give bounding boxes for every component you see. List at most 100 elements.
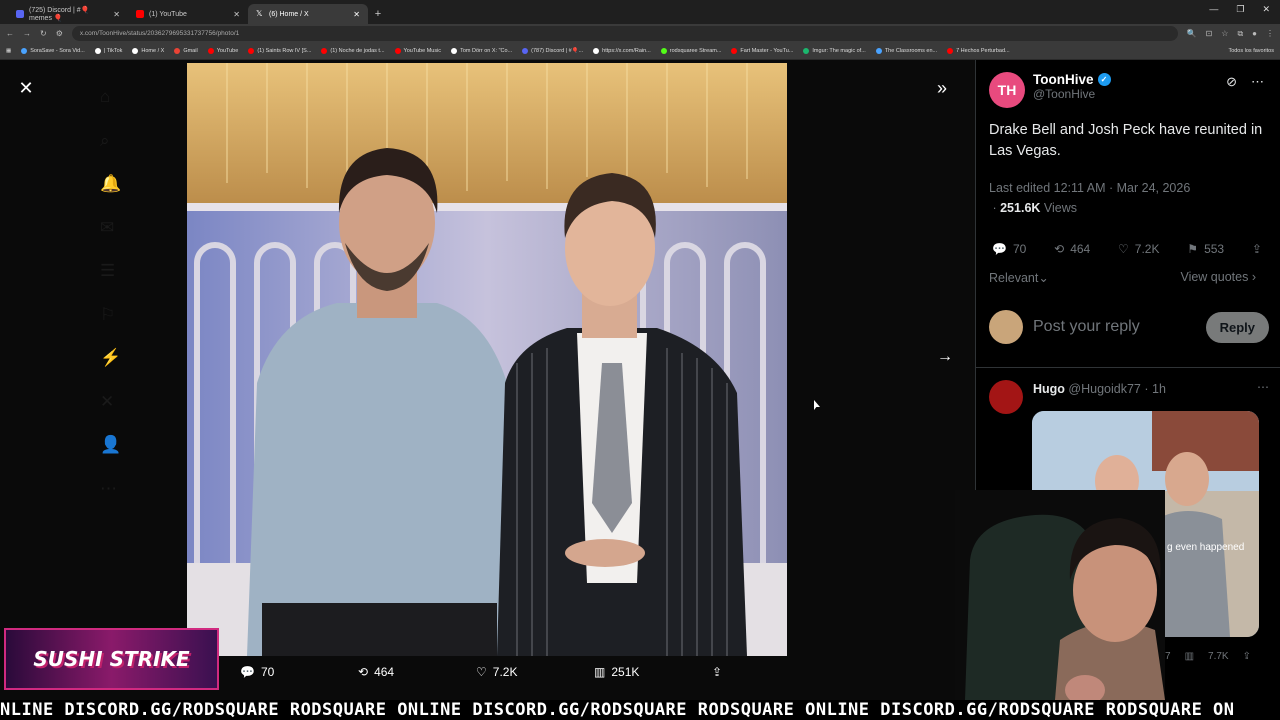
bookmark-item[interactable]: | TikTok bbox=[94, 48, 122, 54]
star-icon[interactable]: ☆ bbox=[1221, 29, 1228, 38]
close-tab-icon[interactable]: ✕ bbox=[353, 10, 360, 19]
reply-image-caption: g even happened bbox=[1167, 542, 1245, 553]
post-actions: 💬 70 ⟲ 464 ♡ 7.2K ⚑ 553 ⇪ bbox=[992, 242, 1262, 256]
reply-author-name[interactable]: Hugo bbox=[1033, 382, 1065, 396]
bookmark-favicon-icon bbox=[94, 48, 101, 54]
bookmark-favicon-icon bbox=[394, 48, 401, 54]
bookmark-item[interactable]: Home / X bbox=[132, 48, 164, 54]
bookmark-favicon-icon bbox=[731, 48, 738, 54]
bookmark-favicon-icon bbox=[132, 48, 139, 54]
bookmark-label: Fart Master - YouTu... bbox=[740, 48, 794, 54]
view-quotes-link[interactable]: View quotes › bbox=[1180, 270, 1256, 284]
profile-icon[interactable]: ● bbox=[1252, 29, 1257, 38]
post-photo[interactable] bbox=[187, 63, 787, 656]
avatar[interactable]: TH bbox=[989, 72, 1025, 108]
reply-icon: 💬 bbox=[992, 242, 1007, 256]
reload-icon[interactable]: ↻ bbox=[40, 29, 47, 38]
like-button[interactable]: ♡ 7.2K bbox=[1118, 242, 1159, 256]
views-label: Views bbox=[1040, 201, 1078, 215]
post-text: Drake Bell and Josh Peck have reunited i… bbox=[989, 122, 1263, 159]
bookmark-item[interactable]: Fart Master - YouTu... bbox=[731, 48, 793, 54]
zoom-icon[interactable]: 🔍 bbox=[1187, 29, 1197, 38]
share-icon[interactable]: ⇪ bbox=[1243, 651, 1251, 662]
edited-timestamp[interactable]: Last edited 12:11 AM · Mar 24, 2026 bbox=[989, 178, 1190, 198]
share-button[interactable]: ⇪ bbox=[1252, 242, 1262, 256]
tab-discord[interactable]: (725) Discord | #🎈memes 🎈 ✕ bbox=[8, 4, 128, 24]
viewer-reply-button[interactable]: 💬 70 bbox=[240, 665, 358, 679]
grok-icon[interactable]: ⊘ bbox=[1226, 74, 1237, 90]
expand-panel-icon[interactable]: » bbox=[937, 78, 947, 99]
viewer-share-button[interactable]: ⇪ bbox=[712, 665, 830, 679]
bookmark-button[interactable]: ⚑ 553 bbox=[1187, 242, 1224, 256]
author-name[interactable]: ToonHive bbox=[1033, 72, 1094, 87]
bookmark-label: rodsquaree Stream... bbox=[669, 48, 722, 54]
bookmark-item[interactable]: https://x.com/Rain... bbox=[593, 48, 651, 54]
url-field[interactable]: x.com/ToonHive/status/203627969533173775… bbox=[71, 26, 1178, 41]
bookmark-item[interactable]: The Classrooms en... bbox=[875, 48, 937, 54]
viewer-like-button[interactable]: ♡ 7.2K bbox=[476, 665, 594, 679]
bookmark-item[interactable]: YouTube bbox=[207, 48, 238, 54]
close-viewer-icon[interactable]: ✕ bbox=[16, 78, 36, 98]
more-icon[interactable]: ⋯ bbox=[1251, 74, 1264, 90]
bookmark-item[interactable]: (787) Discord | #🎈... bbox=[522, 48, 583, 54]
webcam-feed bbox=[955, 490, 1165, 700]
sort-label: Relevant bbox=[989, 271, 1039, 285]
sort-dropdown[interactable]: Relevant⌄ bbox=[989, 270, 1049, 285]
menu-icon[interactable]: ⋮ bbox=[1266, 29, 1274, 38]
author-handle[interactable]: @ToonHive bbox=[1033, 87, 1111, 101]
bookmark-item[interactable]: Imgur: The magic of... bbox=[803, 48, 866, 54]
avatar[interactable] bbox=[989, 380, 1023, 414]
install-icon[interactable]: ⊡ bbox=[1206, 29, 1213, 38]
tab-x-home[interactable]: 𝕏 (6) Home / X ✕ bbox=[248, 4, 368, 24]
reply-count: 70 bbox=[260, 665, 275, 679]
forward-icon[interactable]: → bbox=[23, 29, 31, 38]
close-tab-icon[interactable]: ✕ bbox=[113, 10, 120, 19]
bookmark-item[interactable]: rodsquaree Stream... bbox=[660, 48, 722, 54]
avatar[interactable] bbox=[989, 310, 1023, 344]
next-photo-icon[interactable]: → bbox=[937, 348, 953, 366]
reply-stat[interactable]: 7.7K bbox=[1208, 651, 1229, 662]
tab-youtube[interactable]: (1) YouTube ✕ bbox=[128, 4, 248, 24]
view-quotes-label: View quotes bbox=[1180, 270, 1249, 284]
reply-button[interactable]: 💬 70 bbox=[992, 242, 1026, 256]
viewer-retweet-button[interactable]: ⟲ 464 bbox=[358, 665, 476, 679]
new-tab-button[interactable]: + bbox=[368, 4, 388, 24]
bookmark-item[interactable]: 7 Hechos Perturbad... bbox=[947, 48, 1010, 54]
reply-stat[interactable]: 7 bbox=[1165, 651, 1171, 662]
verified-badge-icon: ✓ bbox=[1097, 73, 1111, 86]
bookmark-item[interactable]: (1) Saints Row IV [S... bbox=[248, 48, 311, 54]
bookmark-item[interactable]: YouTube Music bbox=[394, 48, 441, 54]
post-meta: Last edited 12:11 AM · Mar 24, 2026 · 25… bbox=[989, 178, 1190, 218]
close-tab-icon[interactable]: ✕ bbox=[233, 10, 240, 19]
retweet-button[interactable]: ⟲ 464 bbox=[1054, 242, 1090, 256]
site-info-icon[interactable]: ⚙ bbox=[56, 29, 63, 38]
bookmark-favicon-icon bbox=[947, 48, 954, 54]
comment-icon: 💬 bbox=[240, 665, 255, 679]
extensions-icon[interactable]: ⧉ bbox=[1237, 29, 1243, 39]
post-author[interactable]: TH ToonHive ✓ @ToonHive bbox=[989, 72, 1111, 108]
bookmark-label: SoraSave - Sora Vid... bbox=[30, 48, 85, 54]
more-icon[interactable]: ⋯ bbox=[1257, 380, 1269, 394]
bookmark-label: Tom Dörr on X: "Co... bbox=[460, 48, 513, 54]
close-window-icon[interactable]: ✕ bbox=[1262, 4, 1270, 15]
maximize-icon[interactable]: ❐ bbox=[1236, 4, 1244, 15]
bookmark-item[interactable]: Tom Dörr on X: "Co... bbox=[451, 48, 512, 54]
back-icon[interactable]: ← bbox=[6, 29, 14, 38]
bookmark-favicon-icon bbox=[803, 48, 810, 54]
reply-input[interactable]: Post your reply bbox=[1033, 318, 1196, 336]
bookmark-favicon-icon bbox=[875, 48, 882, 54]
bookmark-item[interactable]: SoraSave - Sora Vid... bbox=[21, 48, 85, 54]
bookmark-favicon-icon bbox=[593, 48, 600, 54]
retweet-icon: ⟲ bbox=[358, 665, 369, 679]
apps-icon[interactable]: ▦ bbox=[6, 48, 11, 54]
reply-author-handle[interactable]: @Hugoidk77 bbox=[1068, 382, 1140, 396]
photo-image bbox=[187, 63, 787, 656]
bookmark-count: 553 bbox=[1204, 242, 1225, 256]
bookmark-item[interactable]: (1) Noche de jodas t... bbox=[321, 48, 385, 54]
browser-tab-bar: (725) Discord | #🎈memes 🎈 ✕ (1) YouTube … bbox=[0, 0, 1280, 24]
viewer-views-button[interactable]: ▥ 251K bbox=[594, 665, 712, 679]
minimize-icon[interactable]: — bbox=[1209, 4, 1218, 15]
all-bookmarks-folder[interactable]: Todos los favoritos bbox=[1228, 48, 1274, 54]
reply-submit-button[interactable]: Reply bbox=[1205, 311, 1269, 343]
bookmark-item[interactable]: Gmail bbox=[174, 48, 198, 54]
